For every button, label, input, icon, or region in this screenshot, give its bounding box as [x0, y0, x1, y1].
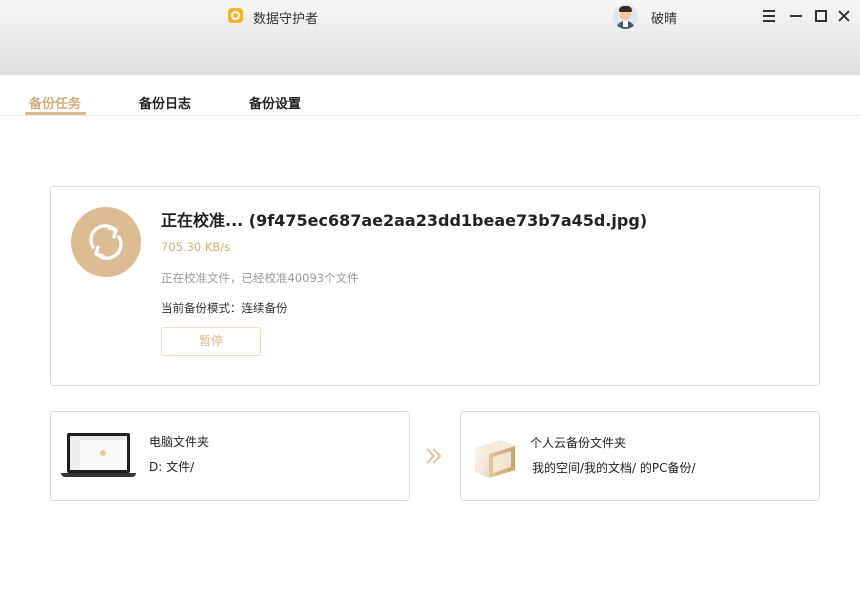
transfer-speed: 705.30 KB/s: [161, 240, 231, 254]
tab-backup-settings[interactable]: 备份设置: [249, 93, 301, 112]
app-logo-icon: [228, 8, 243, 23]
task-title: 正在校准... (9f475ec687ae2aa23dd1beae73b7a45…: [161, 211, 648, 230]
source-folder-card[interactable]: 电脑文件夹 D: 文件/: [50, 411, 410, 501]
pause-button[interactable]: 暂停: [161, 327, 261, 356]
cloud-folder-title: 个人云备份文件夹: [530, 436, 627, 450]
close-icon[interactable]: [836, 8, 852, 24]
sync-icon: [71, 207, 141, 277]
maximize-icon[interactable]: [813, 8, 829, 24]
backup-mode-text: 当前备份模式：连续备份: [161, 301, 288, 315]
double-chevron-right-icon: [426, 448, 442, 464]
menu-icon[interactable]: [761, 8, 777, 24]
source-folder-title: 电脑文件夹: [149, 435, 210, 449]
source-folder-path: D: 文件/: [149, 460, 195, 474]
tab-bar: 备份任务 备份日志 备份设置: [0, 75, 860, 116]
user-avatar[interactable]: [613, 4, 638, 29]
cloud-folder-path: 我的空间/我的文档/ 的PC备份/: [532, 461, 696, 475]
task-status-text: 正在校准文件，已经校准40093个文件: [161, 271, 359, 285]
cloud-folder-card[interactable]: 个人云备份文件夹 我的空间/我的文档/ 的PC备份/: [460, 411, 820, 501]
active-tab-indicator: [25, 112, 86, 115]
tab-backup-log[interactable]: 备份日志: [139, 93, 191, 112]
title-bar: 数据守护者 破晴: [0, 0, 860, 75]
app-title: 数据守护者: [253, 12, 319, 27]
tab-backup-tasks[interactable]: 备份任务: [29, 93, 81, 112]
minimize-icon[interactable]: [788, 8, 804, 24]
laptop-icon: [61, 433, 136, 478]
backup-task-card: 正在校准... (9f475ec687ae2aa23dd1beae73b7a45…: [50, 186, 820, 386]
cloud-drive-icon: [475, 440, 515, 478]
username[interactable]: 破晴: [651, 8, 677, 27]
